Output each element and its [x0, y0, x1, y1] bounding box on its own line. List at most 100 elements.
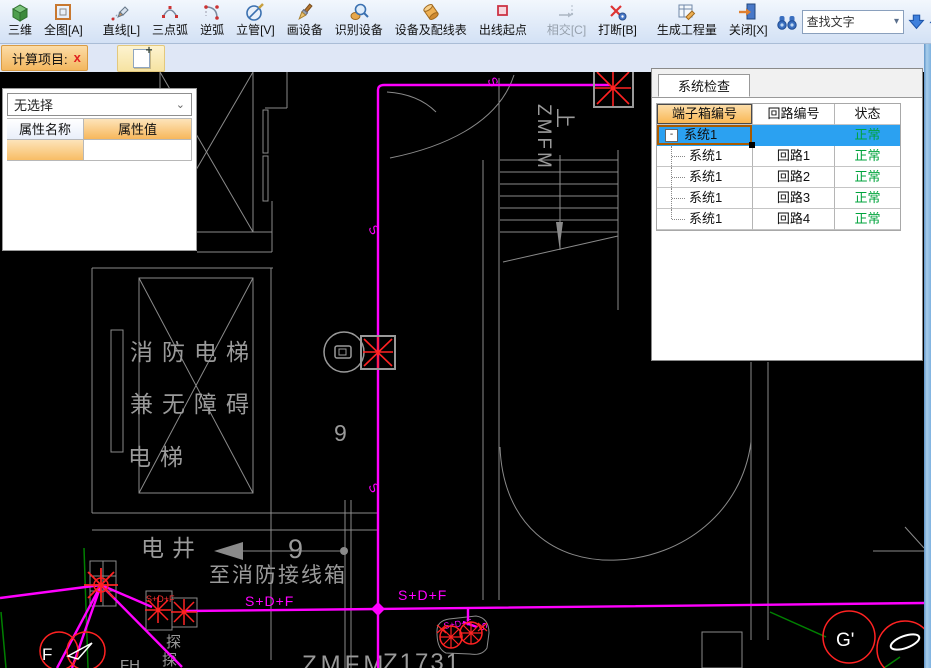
check-row[interactable]: 系统1 回路4 正常: [657, 209, 900, 230]
device-b: [171, 599, 197, 625]
tree-line: [671, 209, 672, 219]
device-a: [145, 597, 171, 623]
window-right-border: [924, 44, 931, 668]
circuit-cell[interactable]: 回路4: [753, 209, 835, 230]
svg-text:9: 9: [334, 420, 347, 446]
tree-leaf-system1[interactable]: 系统1: [657, 209, 753, 230]
identify-device-icon: [349, 2, 369, 23]
svg-text:S+D+F: S+D+F: [245, 593, 294, 609]
cad-annotations: [214, 222, 563, 560]
svg-text:至消防接线箱: 至消防接线箱: [209, 564, 347, 587]
status-cell: 正常: [835, 125, 900, 146]
riser-icon: [245, 2, 265, 23]
tool-break[interactable]: 打断[B]: [593, 1, 642, 43]
main-wire: [186, 603, 924, 611]
svg-text:9: 9: [288, 534, 303, 564]
tree-line: [671, 167, 672, 187]
draw-device-icon: [295, 2, 315, 23]
system-check-table: 端子箱编号 回路编号 状态 - 系统1 正常 系统1 回路1 正常 系统1 回路…: [656, 103, 901, 231]
svg-text:FH: FH: [120, 657, 140, 668]
tool-draw-device[interactable]: 画设备: [282, 1, 328, 43]
svg-text:S: S: [365, 222, 382, 237]
col-circuit[interactable]: 回路编号: [753, 104, 835, 125]
tool-device-wiring-table[interactable]: 设备及配线表: [390, 1, 472, 43]
device-wiring-table-icon: [421, 2, 441, 23]
check-row-parent[interactable]: - 系统1 正常: [657, 125, 900, 146]
break-icon: [608, 2, 628, 23]
find-text-combo[interactable]: ▾: [802, 10, 904, 34]
col-status[interactable]: 状态: [835, 104, 900, 125]
binoculars-icon: [776, 11, 798, 32]
find-next-button[interactable]: [907, 10, 926, 34]
circuit-cell[interactable]: 回路1: [753, 146, 835, 167]
device-top-right: [594, 72, 633, 107]
tree-leaf-system1[interactable]: 系统1: [657, 167, 753, 188]
tab-system-check[interactable]: 系统检查: [658, 74, 750, 97]
tool-outlet-start[interactable]: 出线起点: [474, 1, 532, 43]
intersect-icon: [557, 2, 577, 23]
tool-line[interactable]: 直线[L]: [98, 1, 145, 43]
tree-node-system1[interactable]: - 系统1: [657, 125, 753, 146]
tab-calc-items[interactable]: 计算项目: x: [1, 45, 88, 71]
find-button[interactable]: [775, 10, 799, 34]
tool-generate-quantity[interactable]: 生成工程量: [652, 1, 722, 43]
status-cell: 正常: [835, 146, 900, 167]
tool-fullview[interactable]: 全图[A]: [39, 1, 88, 43]
svg-text:探: 探: [166, 634, 181, 651]
line-icon: [111, 2, 131, 23]
speaker-symbol[interactable]: [324, 332, 364, 372]
col-terminal-box[interactable]: 端子箱编号: [657, 104, 753, 125]
circuit-cell[interactable]: 回路2: [753, 167, 835, 188]
find-prev-button[interactable]: [928, 10, 931, 34]
svg-text:ZMFM: ZMFM: [533, 104, 554, 171]
tab-close-button[interactable]: x: [74, 52, 81, 64]
circuit-cell[interactable]: [753, 125, 835, 146]
properties-empty-row[interactable]: [7, 140, 192, 161]
svg-text:S+D+F: S+D+F: [398, 587, 447, 603]
prop-value-cell[interactable]: [84, 140, 192, 161]
device-mid: [361, 336, 395, 369]
selection-dropdown[interactable]: 无选择 ⌄: [7, 93, 192, 116]
properties-header-row: 属性名称 属性值: [7, 119, 192, 140]
svg-text:电梯: 电梯: [128, 444, 192, 470]
tree-leaf-system1[interactable]: 系统1: [657, 188, 753, 209]
direction-arrow: [214, 542, 243, 560]
prop-name-header[interactable]: 属性名称: [7, 119, 84, 140]
device-hub: [84, 568, 118, 602]
check-row[interactable]: 系统1 回路3 正常: [657, 188, 900, 209]
stair-arrow: [556, 222, 563, 248]
fullview-icon: [53, 2, 73, 23]
outlet-start-icon: [493, 2, 513, 23]
properties-table: 属性名称 属性值: [7, 118, 192, 161]
properties-palette: 无选择 ⌄ 属性名称 属性值: [2, 88, 197, 251]
tool-intersect[interactable]: 相交[C]: [542, 1, 591, 43]
tool-riser[interactable]: 立管[V]: [231, 1, 280, 43]
tool-identify-device[interactable]: 识别设备: [330, 1, 388, 43]
svg-text:F: F: [42, 645, 52, 664]
status-cell: 正常: [835, 209, 900, 230]
tool-close[interactable]: 关闭[X]: [724, 1, 773, 43]
check-row[interactable]: 系统1 回路2 正常: [657, 167, 900, 188]
circuit-cell[interactable]: 回路3: [753, 188, 835, 209]
prop-value-header[interactable]: 属性值: [84, 119, 192, 140]
combo-chevron-icon[interactable]: ▾: [891, 12, 903, 32]
svg-text:S: S: [365, 480, 382, 495]
tree-expander-icon[interactable]: -: [665, 129, 678, 142]
selection-dropdown-value: 无选择: [14, 95, 53, 114]
new-note-button[interactable]: [117, 45, 165, 72]
tree-leaf-system1[interactable]: 系统1: [657, 146, 753, 167]
system-check-tabstrip: 系统检查: [652, 69, 922, 98]
prop-name-cell[interactable]: [7, 140, 84, 161]
terminal-box-label: 系统1: [684, 125, 717, 145]
dropdown-chevron-icon[interactable]: ⌄: [176, 98, 185, 111]
tool-reverse-arc[interactable]: 逆弧: [195, 1, 229, 43]
reverse-arc-icon: [202, 2, 222, 23]
find-text-input[interactable]: [803, 15, 891, 29]
check-row[interactable]: 系统1 回路1 正常: [657, 146, 900, 167]
tool-3d[interactable]: 三维: [3, 1, 37, 43]
tool-three-point-arc[interactable]: 三点弧: [147, 1, 193, 43]
tree-line: [671, 188, 672, 208]
down-arrow-icon: [908, 11, 925, 32]
quantity-icon: [677, 2, 697, 23]
check-header-row: 端子箱编号 回路编号 状态: [657, 104, 900, 125]
